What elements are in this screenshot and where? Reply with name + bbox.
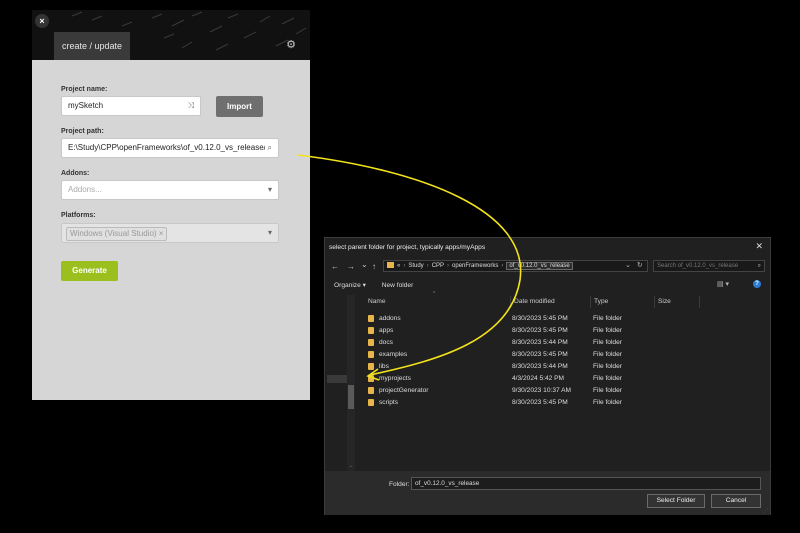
annotation-arrow — [297, 154, 522, 381]
screen: × create / update ⚙ Project name: mySket… — [0, 0, 800, 533]
